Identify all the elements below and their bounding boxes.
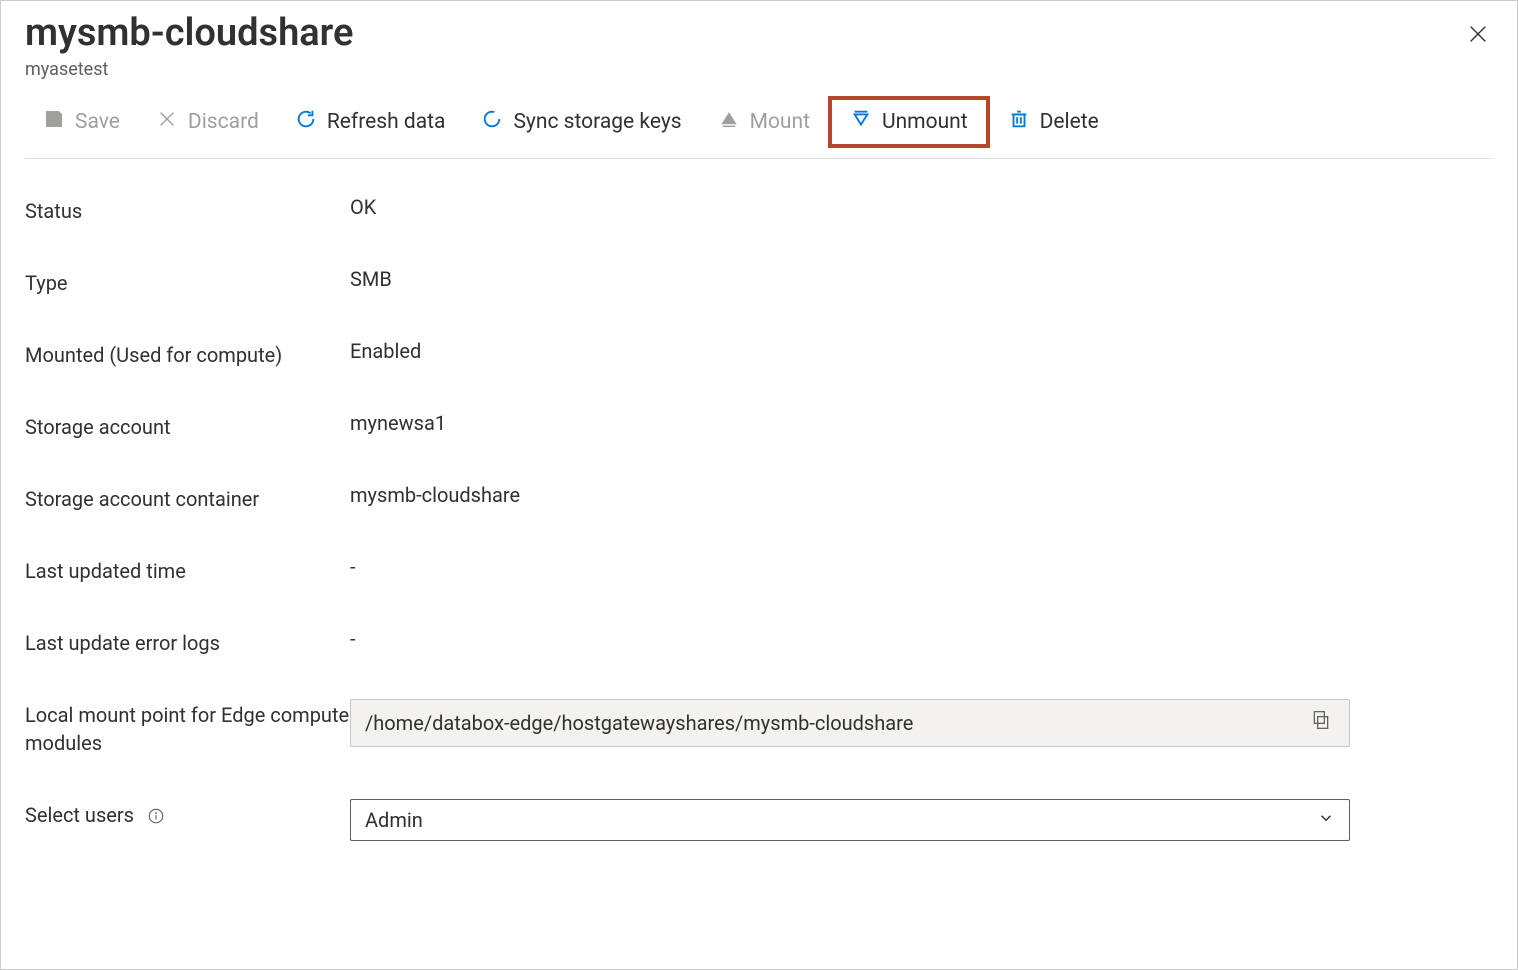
last-updated-value: -	[350, 555, 1493, 579]
status-value: OK	[350, 195, 1493, 219]
refresh-icon	[295, 108, 317, 136]
discard-icon	[156, 108, 178, 136]
title-block: mysmb-cloudshare myasetest	[25, 11, 353, 80]
mount-point-label: Local mount point for Edge compute modul…	[25, 699, 350, 757]
mount-label: Mount	[750, 110, 810, 134]
select-users-row: Admin	[350, 799, 1493, 841]
save-label: Save	[75, 110, 120, 134]
page-subtitle: myasetest	[25, 59, 353, 80]
save-button: Save	[25, 102, 138, 142]
copy-icon	[1311, 713, 1331, 735]
mounted-label: Mounted (Used for compute)	[25, 339, 350, 369]
sync-label: Sync storage keys	[513, 110, 681, 134]
close-icon	[1467, 33, 1489, 48]
error-logs-label: Last update error logs	[25, 627, 350, 657]
delete-icon	[1008, 108, 1030, 136]
refresh-data-button[interactable]: Refresh data	[277, 102, 464, 142]
share-detail-panel: mysmb-cloudshare myasetest Save	[0, 0, 1518, 970]
storage-account-value: mynewsa1	[350, 411, 1493, 435]
mounted-value: Enabled	[350, 339, 1493, 363]
chevron-down-icon	[1317, 808, 1335, 832]
page-title: mysmb-cloudshare	[25, 11, 353, 57]
copy-mount-point-button[interactable]	[1307, 706, 1335, 740]
mount-button: Mount	[700, 102, 828, 142]
close-button[interactable]	[1459, 15, 1497, 56]
mount-point-field: /home/databox-edge/hostgatewayshares/mys…	[350, 699, 1350, 747]
storage-account-label: Storage account	[25, 411, 350, 441]
container-value: mysmb-cloudshare	[350, 483, 1493, 507]
unmount-button[interactable]: Unmount	[832, 102, 986, 142]
unmount-highlight: Unmount	[828, 96, 990, 148]
command-bar: Save Discard Refresh data	[25, 90, 1493, 159]
error-logs-value: -	[350, 627, 1493, 651]
status-label: Status	[25, 195, 350, 225]
sync-keys-button[interactable]: Sync storage keys	[463, 102, 699, 142]
discard-button: Discard	[138, 102, 277, 142]
info-icon[interactable]	[147, 807, 165, 825]
unmount-icon	[850, 108, 872, 136]
properties-grid: Status OK Type SMB Mounted (Used for com…	[25, 195, 1493, 841]
mount-point-row: /home/databox-edge/hostgatewayshares/mys…	[350, 699, 1493, 747]
select-users-value: Admin	[365, 808, 423, 832]
last-updated-label: Last updated time	[25, 555, 350, 585]
mount-icon	[718, 108, 740, 136]
select-users-label-text: Select users	[25, 803, 134, 827]
panel-header: mysmb-cloudshare myasetest	[25, 11, 1493, 80]
delete-button[interactable]: Delete	[990, 102, 1117, 142]
delete-label: Delete	[1040, 110, 1099, 134]
container-label: Storage account container	[25, 483, 350, 513]
type-value: SMB	[350, 267, 1493, 291]
select-users-dropdown[interactable]: Admin	[350, 799, 1350, 841]
discard-label: Discard	[188, 110, 259, 134]
type-label: Type	[25, 267, 350, 297]
unmount-label: Unmount	[882, 110, 968, 134]
select-users-label: Select users	[25, 799, 350, 829]
sync-icon	[481, 108, 503, 136]
save-icon	[43, 108, 65, 136]
refresh-label: Refresh data	[327, 110, 446, 134]
mount-point-value: /home/databox-edge/hostgatewayshares/mys…	[365, 711, 913, 735]
